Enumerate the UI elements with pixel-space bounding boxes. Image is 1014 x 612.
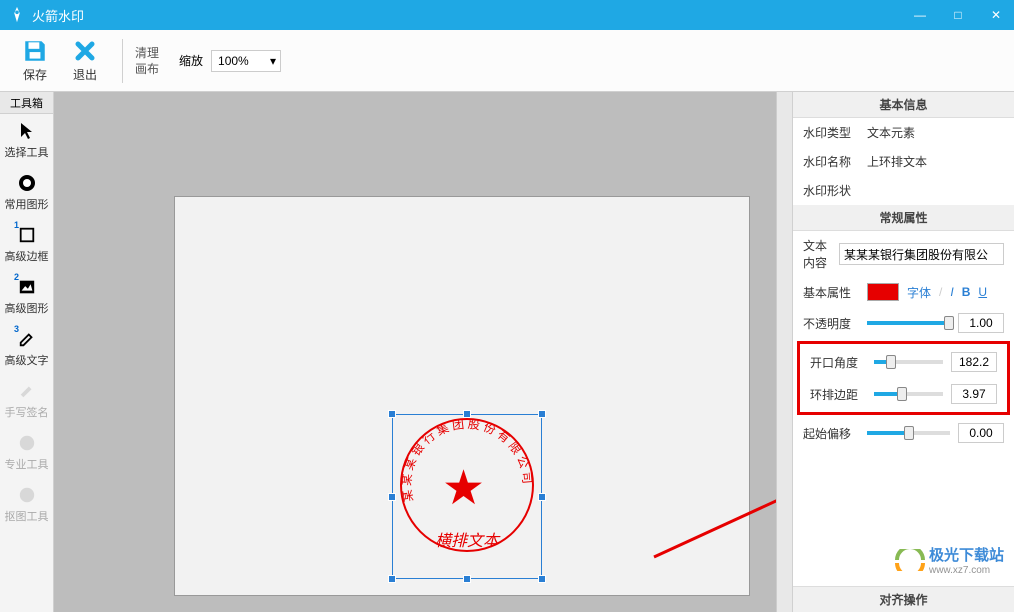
sidebar-item-border[interactable]: 1 高级边框 xyxy=(0,218,53,270)
sidebar-item-shapes[interactable]: 常用图形 xyxy=(0,166,53,218)
slider-thumb[interactable] xyxy=(904,426,914,440)
window-controls: — □ ✕ xyxy=(910,8,1006,22)
exit-button[interactable]: 退出 xyxy=(60,38,110,83)
resize-handle[interactable] xyxy=(388,410,396,418)
row-base-attr: 基本属性 字体 / I B U xyxy=(793,277,1014,307)
maximize-button[interactable]: □ xyxy=(948,8,968,22)
sidebar-item-advimage[interactable]: 2 高级图形 xyxy=(0,270,53,322)
font-button[interactable]: 字体 xyxy=(907,284,931,301)
italic-button[interactable]: I xyxy=(950,285,953,299)
resize-handle[interactable] xyxy=(463,410,471,418)
opacity-slider[interactable] xyxy=(867,321,950,325)
angle-slider[interactable] xyxy=(874,360,943,364)
close-button[interactable]: ✕ xyxy=(986,8,1006,22)
zoom-group: 缩放 100% ▾ xyxy=(179,50,281,72)
resize-handle[interactable] xyxy=(388,575,396,583)
palette-icon xyxy=(16,484,38,506)
exit-icon xyxy=(72,38,98,64)
logo-icon xyxy=(895,549,925,571)
clear-canvas-button[interactable]: 清理 画布 xyxy=(135,45,159,77)
property-panel: 基本信息 水印类型 文本元素 水印名称 上环排文本 水印形状 常规属性 文本内容… xyxy=(792,92,1014,612)
star-icon: ★ xyxy=(442,460,485,516)
row-opacity: 不透明度 1.00 xyxy=(793,307,1014,339)
exit-label: 退出 xyxy=(73,66,97,83)
zoom-label: 缩放 xyxy=(179,52,203,69)
margin-slider[interactable] xyxy=(874,392,943,396)
save-icon xyxy=(22,38,48,64)
slider-thumb[interactable] xyxy=(886,355,896,369)
sidebar-item-pro[interactable]: 专业工具 xyxy=(0,426,53,478)
sidebar-item-select[interactable]: 选择工具 xyxy=(0,114,53,166)
save-label: 保存 xyxy=(23,66,47,83)
canvas-area[interactable]: 某某某银行集团股份有限公司 ★ 横排文本 xyxy=(54,92,792,612)
circle-icon xyxy=(16,172,38,194)
offset-value[interactable]: 0.00 xyxy=(958,423,1004,443)
resize-handle[interactable] xyxy=(388,493,396,501)
resize-handle[interactable] xyxy=(463,575,471,583)
angle-value[interactable]: 182.2 xyxy=(951,352,997,372)
vertical-scrollbar[interactable] xyxy=(776,92,792,612)
highlight-annotation: 开口角度 182.2 环排边距 3.97 xyxy=(797,341,1010,415)
sidebar-item-sign[interactable]: 手写签名 xyxy=(0,374,53,426)
toolbar-separator xyxy=(122,39,123,83)
section-basic-info: 基本信息 xyxy=(793,92,1014,118)
cursor-icon xyxy=(16,120,38,142)
resize-handle[interactable] xyxy=(538,493,546,501)
sidebar-item-cutout[interactable]: 抠图工具 xyxy=(0,478,53,530)
download-watermark: 极光下载站 www.xz7.com xyxy=(895,544,1004,576)
section-normal-props: 常规属性 xyxy=(793,205,1014,231)
row-start-offset: 起始偏移 0.00 xyxy=(793,417,1014,449)
zoom-select[interactable]: 100% ▾ xyxy=(211,50,281,72)
sidebar-item-advtext[interactable]: 3 高级文字 xyxy=(0,322,53,374)
slider-thumb[interactable] xyxy=(897,387,907,401)
app-icon xyxy=(8,6,26,24)
section-align[interactable]: 对齐操作 xyxy=(793,586,1014,612)
row-watermark-name: 水印名称 上环排文本 xyxy=(793,147,1014,176)
resize-handle[interactable] xyxy=(538,410,546,418)
color-swatch[interactable] xyxy=(867,283,899,301)
text-content-input[interactable] xyxy=(839,243,1004,265)
tool-sidebar: 工具箱 选择工具 常用图形 1 高级边框 2 高级图形 3 高级文字 手写签名 xyxy=(0,92,54,612)
row-text-content: 文本内容 xyxy=(793,231,1014,277)
row-opening-angle: 开口角度 182.2 xyxy=(800,346,1007,378)
main-toolbar: 保存 退出 清理 画布 缩放 100% ▾ xyxy=(0,30,1014,92)
row-ring-margin: 环排边距 3.97 xyxy=(800,378,1007,410)
sidebar-header: 工具箱 xyxy=(0,92,53,114)
margin-value[interactable]: 3.97 xyxy=(951,384,997,404)
selected-element[interactable]: 某某某银行集团股份有限公司 ★ 横排文本 xyxy=(392,414,542,579)
offset-slider[interactable] xyxy=(867,431,950,435)
titlebar: 火箭水印 — □ ✕ xyxy=(0,0,1014,30)
sign-icon xyxy=(16,380,38,402)
slider-thumb[interactable] xyxy=(944,316,954,330)
row-watermark-type: 水印类型 文本元素 xyxy=(793,118,1014,147)
palette-icon xyxy=(16,432,38,454)
app-title: 火箭水印 xyxy=(32,6,84,25)
zoom-value: 100% xyxy=(218,54,249,68)
minimize-button[interactable]: — xyxy=(910,8,930,22)
opacity-value[interactable]: 1.00 xyxy=(958,313,1004,333)
underline-button[interactable]: U xyxy=(978,285,987,299)
row-watermark-shape: 水印形状 xyxy=(793,176,1014,205)
save-button[interactable]: 保存 xyxy=(10,38,60,83)
bold-button[interactable]: B xyxy=(962,285,971,299)
seal-horizontal-text: 横排文本 xyxy=(392,527,542,551)
resize-handle[interactable] xyxy=(538,575,546,583)
dropdown-icon: ▾ xyxy=(270,54,276,68)
